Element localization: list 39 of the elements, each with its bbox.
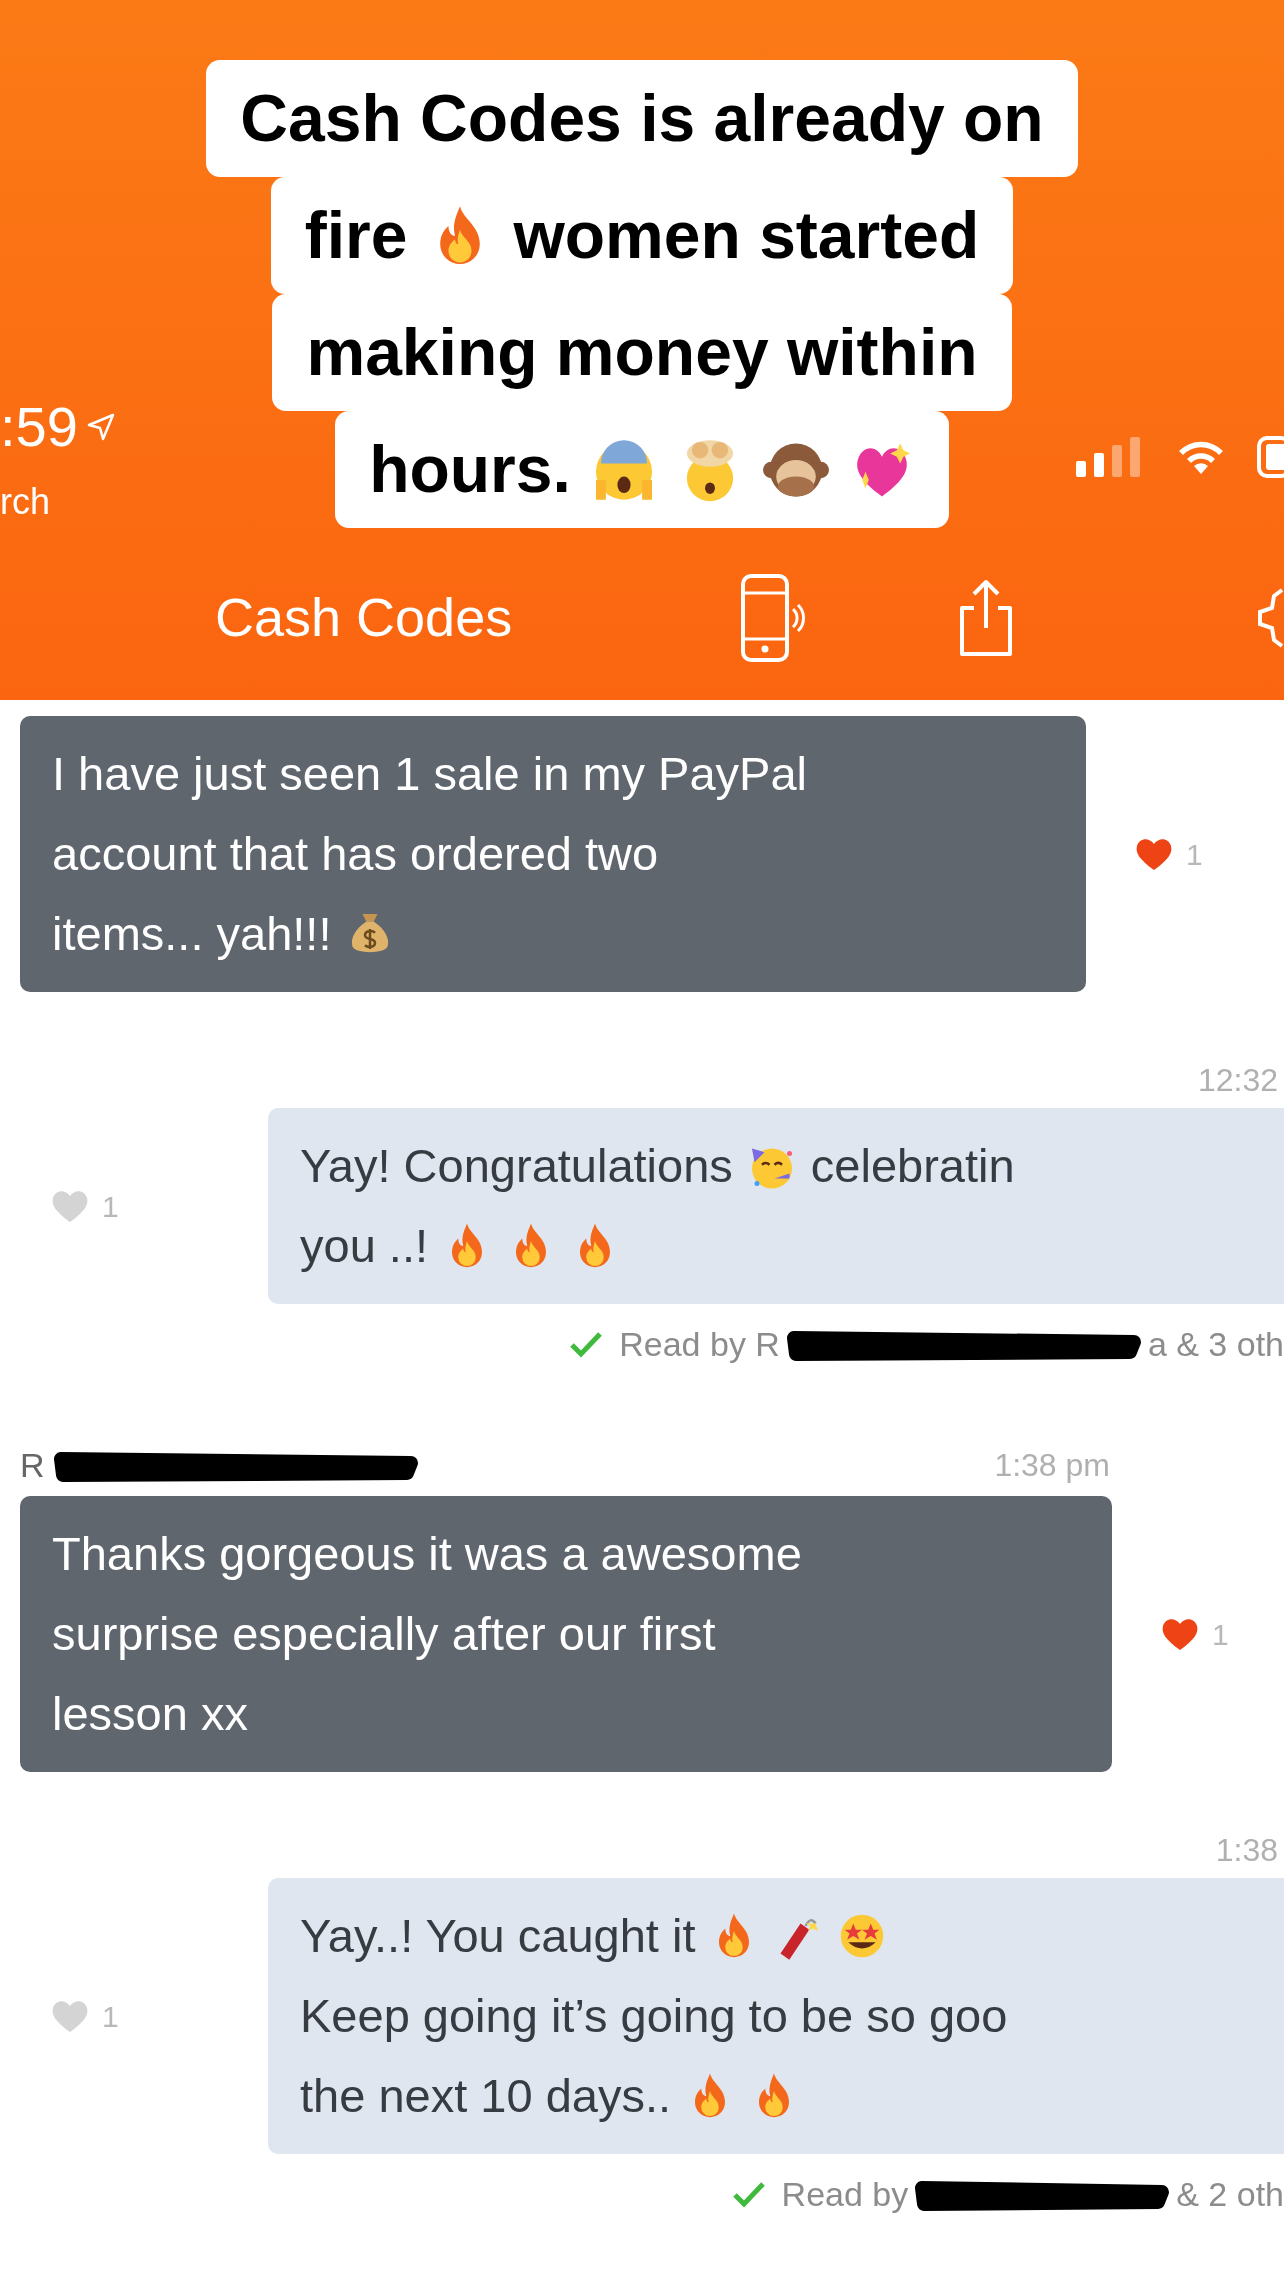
- message-text: Keep going it’s going to be so goo: [300, 1987, 1008, 2044]
- message-text: lesson xx: [52, 1685, 248, 1742]
- heart-icon[interactable]: [1134, 836, 1174, 872]
- message-text: Yay! Congratulations: [300, 1137, 733, 1194]
- message-text: the next 10 days..: [300, 2067, 672, 2124]
- caption-text: Cash Codes is already on: [240, 80, 1044, 157]
- reaction-count: 1: [1212, 1616, 1229, 1653]
- location-arrow-icon: [85, 412, 116, 442]
- message-text: surprise especially after our first: [52, 1605, 716, 1662]
- read-receipt-text: Read by: [781, 2173, 909, 2215]
- message-time: 12:32: [1197, 1061, 1278, 1100]
- message-time: 1:38 pm: [994, 1446, 1110, 1485]
- read-receipt-text: & 2 oth: [1176, 2173, 1284, 2215]
- read-receipt-text: Read by R: [619, 1323, 780, 1365]
- checkmark-icon: [569, 1330, 604, 1358]
- caption-text: hours.: [369, 431, 571, 508]
- message-text: Yay..! You caught it: [300, 1907, 696, 1964]
- message-text: account that has ordered two: [52, 825, 659, 882]
- caption-text: women started: [513, 197, 980, 274]
- caption-text: fire: [304, 197, 408, 274]
- reaction-count: 1: [102, 1998, 119, 2035]
- sender-name: R: [20, 1444, 45, 1486]
- heart-icon[interactable]: [1160, 1616, 1200, 1652]
- message-text: celebratin: [810, 1137, 1015, 1194]
- read-receipt-text: a & 3 oth: [1147, 1323, 1284, 1365]
- message-text: items... yah!!!: [52, 905, 332, 962]
- checkmark-icon: [731, 2180, 766, 2208]
- message-text: I have just seen 1 sale in my PayPal: [52, 745, 807, 802]
- caption-text: making money within: [306, 314, 978, 391]
- status-time: :59: [0, 394, 78, 460]
- back-label[interactable]: rch: [0, 475, 116, 529]
- message-text: Thanks gorgeous it was a awesome: [52, 1525, 802, 1582]
- reaction-count: 1: [1186, 836, 1203, 873]
- phone-icon[interactable]: [740, 572, 807, 663]
- battery-icon: [1256, 435, 1284, 479]
- reaction-count: 1: [102, 1188, 119, 1225]
- message-time: 1:38: [1215, 1831, 1278, 1870]
- message-text: you ..!: [300, 1217, 428, 1274]
- chat-title: Cash Codes: [215, 586, 513, 649]
